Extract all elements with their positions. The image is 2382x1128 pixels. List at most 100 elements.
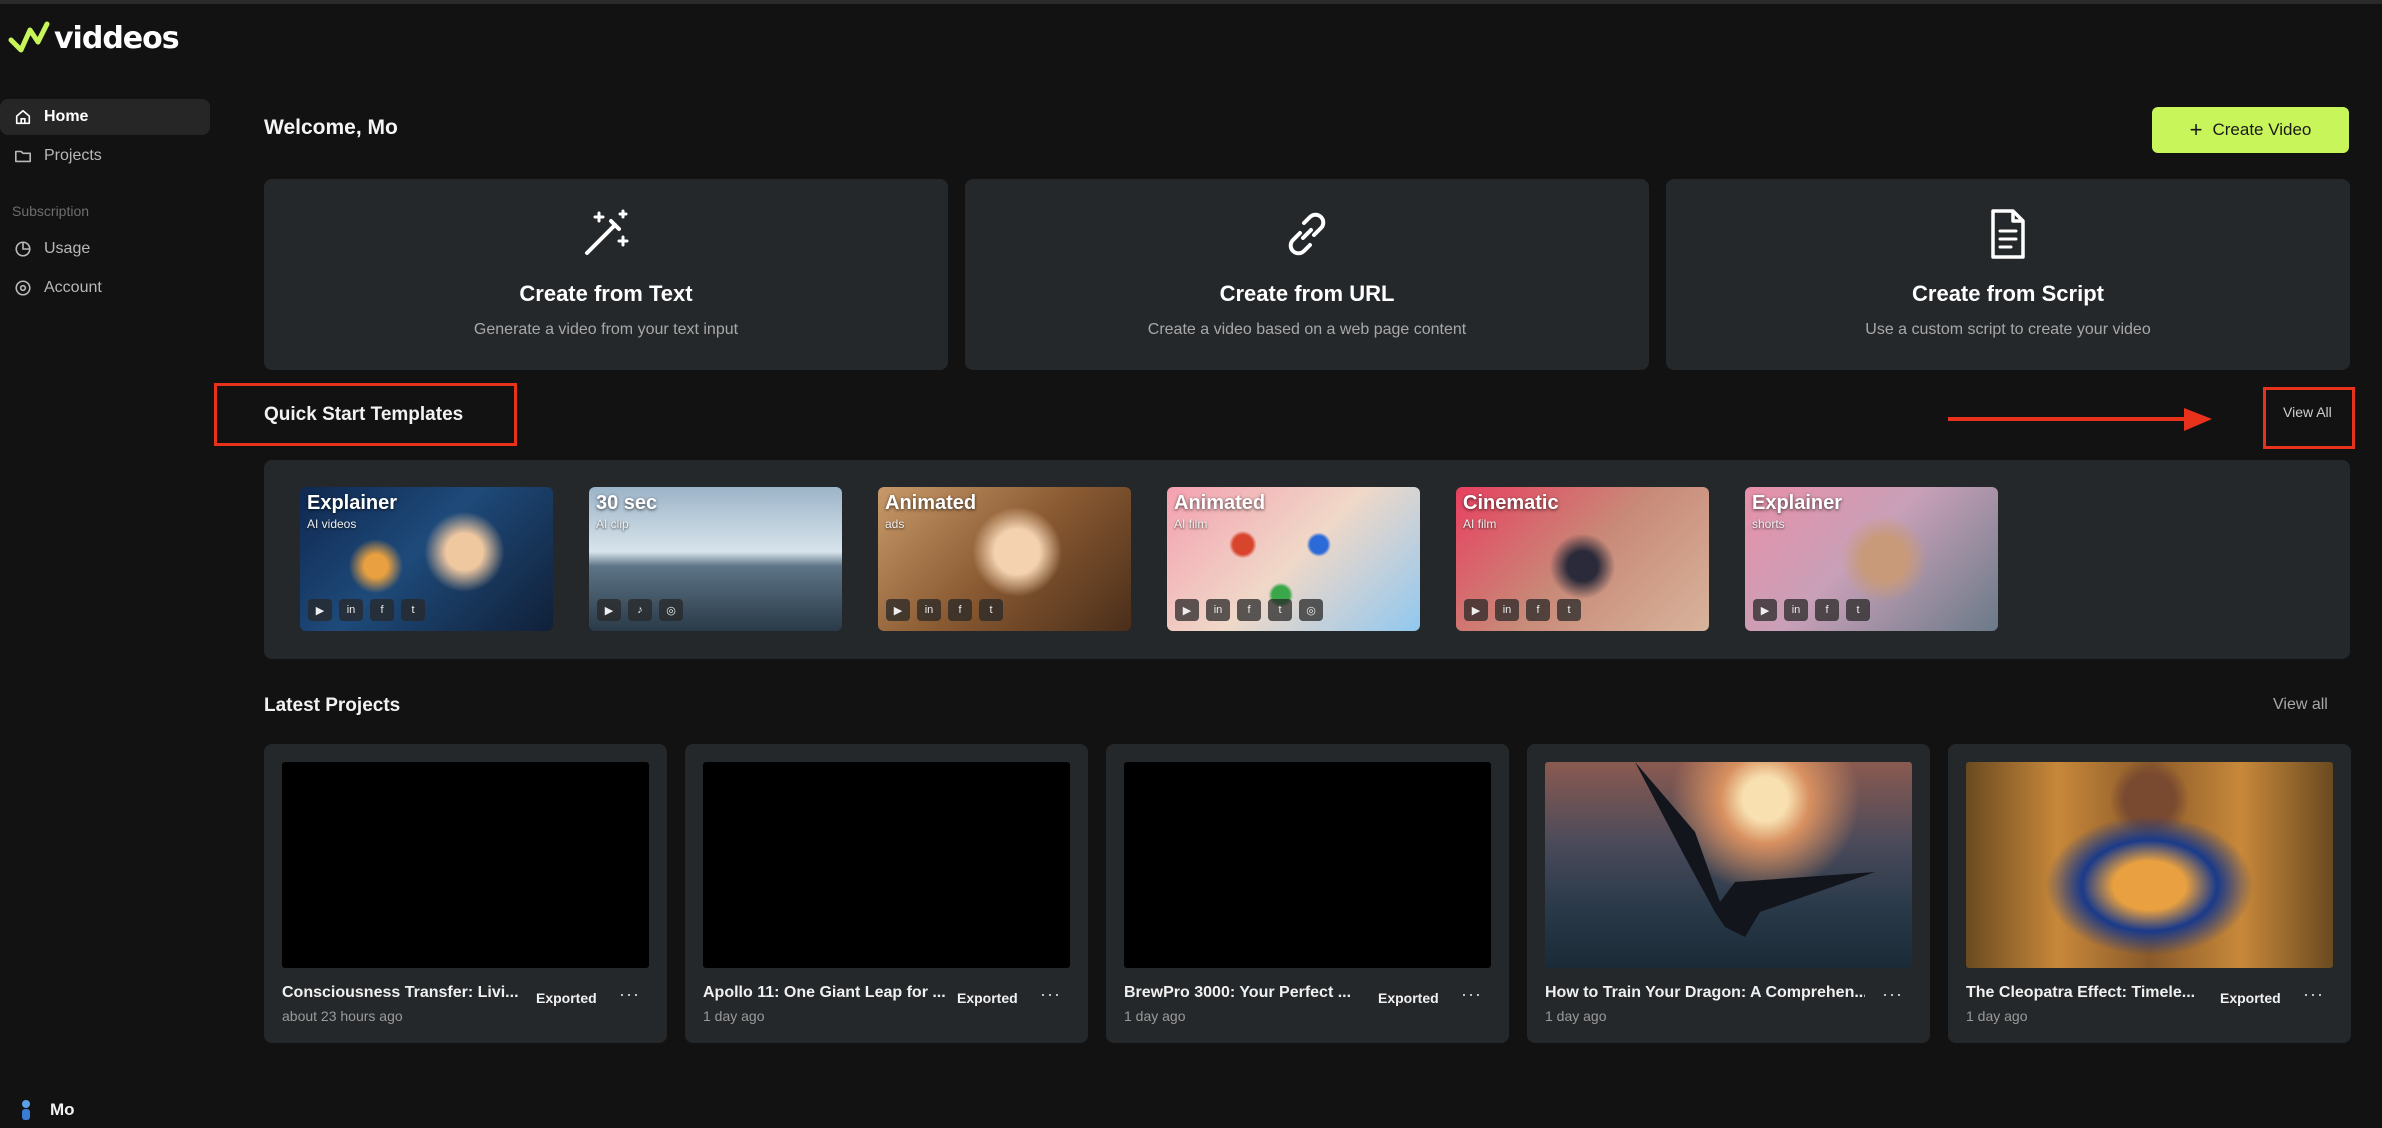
template-subtitle: AI clip xyxy=(596,517,629,531)
template-subtitle: AI videos xyxy=(307,517,357,531)
project-card[interactable]: BrewPro 3000: Your Perfect ... 1 day ago… xyxy=(1106,744,1509,1043)
template-title: 30 sec xyxy=(596,492,658,514)
more-options-icon[interactable]: ··· xyxy=(1040,984,1061,1005)
gear-icon xyxy=(15,280,31,296)
project-title: The Cleopatra Effect: Timele... xyxy=(1966,984,2196,1001)
create-from-url-card[interactable]: Create from URL Create a video based on … xyxy=(965,179,1649,370)
sidebar-item-account[interactable]: Account xyxy=(0,270,210,306)
facebook-icon: f xyxy=(370,599,394,621)
project-time: 1 day ago xyxy=(1124,1008,1186,1024)
more-options-icon[interactable]: ··· xyxy=(1461,984,1482,1005)
youtube-icon: ▶ xyxy=(886,599,910,621)
youtube-icon: ▶ xyxy=(1175,599,1199,621)
app-logo[interactable]: viddeos xyxy=(8,20,180,56)
project-card[interactable]: The Cleopatra Effect: Timele... 1 day ag… xyxy=(1948,744,2351,1043)
more-options-icon[interactable]: ··· xyxy=(2303,984,2324,1005)
project-thumbnail[interactable] xyxy=(1124,762,1491,968)
template-card[interactable]: 30 sec AI clip ▶ ♪ ◎ xyxy=(589,487,842,631)
twitter-icon: t xyxy=(1268,599,1292,621)
create-video-label: Create Video xyxy=(2212,120,2312,139)
template-title: Animated xyxy=(885,492,977,514)
card-title: Create from URL xyxy=(1219,281,1395,306)
template-title: Animated xyxy=(1174,492,1266,514)
status-badge: Exported xyxy=(2220,990,2281,1006)
project-card[interactable]: How to Train Your Dragon: A Comprehen...… xyxy=(1527,744,1930,1043)
project-thumbnail[interactable] xyxy=(282,762,649,968)
project-time: 1 day ago xyxy=(703,1008,765,1024)
sidebar-item-label: Usage xyxy=(44,240,91,257)
link-icon xyxy=(1288,212,1326,256)
platform-badges: ▶ in f t xyxy=(308,599,425,621)
tiktok-icon: ♪ xyxy=(628,599,652,621)
template-card[interactable]: Explainer AI videos ▶ in f t xyxy=(300,487,553,631)
annotation-arrow-icon xyxy=(1948,408,2212,431)
project-card[interactable]: Apollo 11: One Giant Leap for ... 1 day … xyxy=(685,744,1088,1043)
instagram-icon: ◎ xyxy=(659,599,683,621)
youtube-icon: ▶ xyxy=(597,599,621,621)
user-name: Mo xyxy=(50,1100,75,1119)
project-thumbnail[interactable] xyxy=(1966,762,2333,968)
pie-chart-icon xyxy=(15,241,31,257)
youtube-icon: ▶ xyxy=(1464,599,1488,621)
linkedin-icon: in xyxy=(1495,599,1519,621)
project-thumbnail[interactable] xyxy=(703,762,1070,968)
create-from-text-card[interactable]: Create from Text Generate a video from y… xyxy=(264,179,948,370)
document-icon xyxy=(1991,209,2025,259)
template-subtitle: ads xyxy=(885,517,905,531)
app-name: viddeos xyxy=(54,20,180,56)
linkedin-icon: in xyxy=(1206,599,1230,621)
platform-badges: ▶ in f t xyxy=(1464,599,1581,621)
template-card[interactable]: Cinematic AI film ▶ in f t xyxy=(1456,487,1709,631)
linkedin-icon: in xyxy=(1784,599,1808,621)
project-thumbnail[interactable] xyxy=(1545,762,1912,968)
twitter-icon: t xyxy=(979,599,1003,621)
platform-badges: ▶ in f t ◎ xyxy=(1175,599,1323,621)
facebook-icon: f xyxy=(948,599,972,621)
more-options-icon[interactable]: ··· xyxy=(1882,984,1903,1005)
card-subtitle: Create a video based on a web page conte… xyxy=(1147,321,1467,338)
annotation-highlight-box xyxy=(2263,387,2355,449)
sidebar-item-home[interactable]: Home xyxy=(0,99,210,135)
project-title: BrewPro 3000: Your Perfect ... xyxy=(1124,984,1352,1001)
card-subtitle: Generate a video from your text input xyxy=(473,321,739,338)
latest-projects-title: Latest Projects xyxy=(264,695,401,716)
template-card[interactable]: Animated AI film ▶ in f t ◎ xyxy=(1167,487,1420,631)
user-profile[interactable]: Mo xyxy=(20,1099,75,1121)
more-options-icon[interactable]: ··· xyxy=(619,984,640,1005)
sidebar-item-usage[interactable]: Usage xyxy=(0,231,210,267)
platform-badges: ▶ in f t xyxy=(886,599,1003,621)
template-subtitle: shorts xyxy=(1752,517,1785,531)
projects-view-all-link[interactable]: View all xyxy=(2273,696,2328,714)
youtube-icon: ▶ xyxy=(308,599,332,621)
template-card[interactable]: Explainer shorts ▶ in f t xyxy=(1745,487,1998,631)
create-from-script-card[interactable]: Create from Script Use a custom script t… xyxy=(1666,179,2350,370)
project-time: 1 day ago xyxy=(1966,1008,2028,1024)
plus-icon: + xyxy=(2189,117,2203,142)
template-card[interactable]: Animated ads ▶ in f t xyxy=(878,487,1131,631)
magic-wand-icon xyxy=(585,209,629,255)
facebook-icon: f xyxy=(1237,599,1261,621)
card-title: Create from Script xyxy=(1912,281,2104,306)
platform-badges: ▶ in f t xyxy=(1753,599,1870,621)
home-icon xyxy=(15,109,31,125)
project-time: about 23 hours ago xyxy=(282,1008,403,1024)
sidebar-item-projects[interactable]: Projects xyxy=(0,138,210,174)
twitter-icon: t xyxy=(401,599,425,621)
template-title: Explainer xyxy=(307,492,398,514)
status-badge: Exported xyxy=(536,990,597,1006)
template-subtitle: AI film xyxy=(1463,517,1497,531)
card-title: Create from Text xyxy=(519,281,693,306)
project-card[interactable]: Consciousness Transfer: Livi... about 23… xyxy=(264,744,667,1043)
folder-icon xyxy=(14,150,32,163)
template-title: Explainer xyxy=(1752,492,1843,514)
project-title: Consciousness Transfer: Livi... xyxy=(282,984,519,1001)
template-title: Cinematic xyxy=(1463,492,1559,514)
create-video-button[interactable]: + Create Video xyxy=(2152,107,2349,153)
annotation-highlight-box xyxy=(214,383,517,446)
sidebar-item-label: Projects xyxy=(44,147,102,164)
project-title: How to Train Your Dragon: A Comprehen... xyxy=(1545,984,1865,1001)
project-title: Apollo 11: One Giant Leap for ... xyxy=(703,984,946,1001)
avatar xyxy=(22,1100,30,1120)
twitter-icon: t xyxy=(1846,599,1870,621)
dragon-silhouette-icon xyxy=(1635,762,1875,937)
